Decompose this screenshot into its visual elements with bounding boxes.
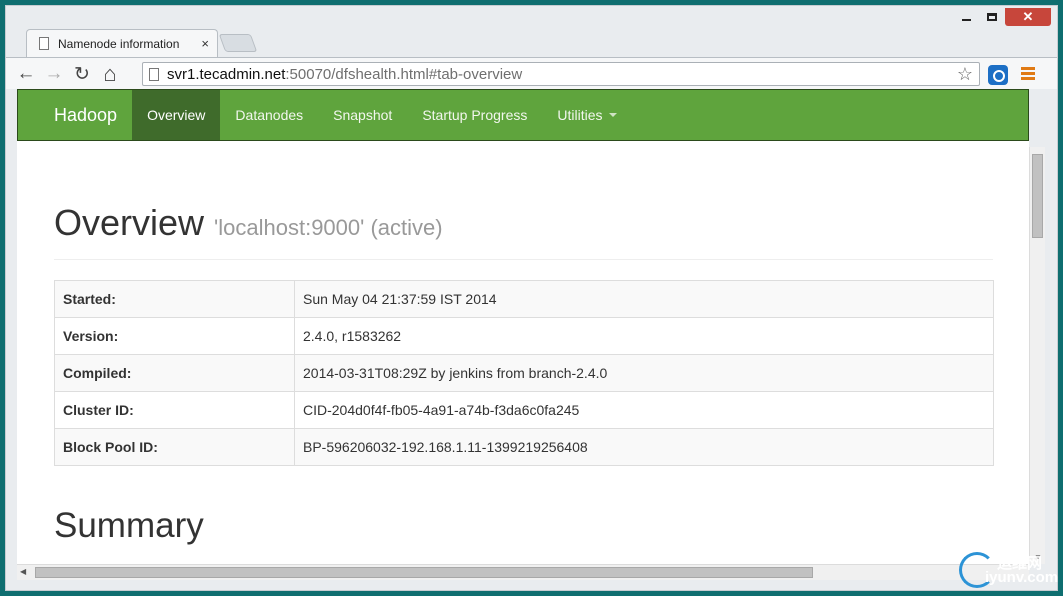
page-title: Overview 'localhost:9000' (active): [54, 202, 443, 244]
table-row: Version: 2.4.0, r1583262: [54, 317, 994, 355]
minimize-button[interactable]: [953, 8, 979, 26]
nav-utilities-label: Utilities: [557, 107, 603, 123]
nav-datanodes[interactable]: Datanodes: [220, 90, 318, 140]
back-icon[interactable]: ←: [14, 62, 38, 86]
browser-toolbar: ← → ↻ ⌂ svr1.tecadmin.net:50070/dfshealt…: [6, 57, 1057, 89]
menu-icon[interactable]: [1021, 67, 1035, 82]
url-host: svr1.tecadmin.net: [167, 65, 286, 83]
maximize-button[interactable]: [979, 8, 1005, 26]
scroll-left-icon[interactable]: ◀: [20, 567, 26, 576]
brand[interactable]: Hadoop: [54, 105, 117, 126]
overview-title: Overview: [54, 202, 205, 243]
address-bar[interactable]: svr1.tecadmin.net:50070/dfshealth.html#t…: [142, 62, 980, 86]
page-viewport: Hadoop Overview Datanodes Snapshot Start…: [17, 89, 1029, 564]
row-label: Cluster ID:: [54, 391, 295, 429]
minimize-icon: [961, 19, 971, 21]
watermark-logo: 运维网 iyunv.com: [955, 548, 1059, 592]
watermark-en: iyunv.com: [985, 569, 1059, 586]
maximize-icon: [987, 13, 997, 21]
vertical-scrollbar[interactable]: ▼: [1029, 147, 1045, 564]
row-value: BP-596206032-192.168.1.11-1399219256408: [294, 428, 994, 466]
url-path: :50070/dfshealth.html#tab-overview: [285, 65, 523, 83]
tab-title: Namenode information: [58, 36, 180, 51]
hadoop-navbar: Hadoop Overview Datanodes Snapshot Start…: [17, 89, 1029, 141]
divider: [54, 259, 993, 260]
nav-utilities[interactable]: Utilities: [542, 90, 631, 140]
window-controls: ✕: [953, 8, 1051, 28]
row-label: Compiled:: [54, 354, 295, 392]
scroll-thumb[interactable]: [1032, 154, 1043, 238]
table-row: Started: Sun May 04 21:37:59 IST 2014: [54, 280, 994, 318]
nav-startup-progress[interactable]: Startup Progress: [407, 90, 542, 140]
reload-icon[interactable]: ↻: [70, 62, 94, 86]
table-row: Cluster ID: CID-204d0f4f-fb05-4a91-a74b-…: [54, 391, 994, 429]
page-icon: [39, 37, 49, 50]
overview-subtitle: 'localhost:9000' (active): [214, 215, 443, 240]
row-label: Block Pool ID:: [54, 428, 295, 466]
home-icon[interactable]: ⌂: [98, 61, 122, 86]
browser-tab[interactable]: Namenode information ×: [26, 29, 218, 57]
caret-down-icon: [608, 113, 617, 117]
row-value: Sun May 04 21:37:59 IST 2014: [294, 280, 994, 318]
horizontal-scrollbar[interactable]: ◀: [17, 564, 1029, 580]
row-value: 2014-03-31T08:29Z by jenkins from branch…: [294, 354, 994, 392]
tab-close-icon[interactable]: ×: [201, 36, 209, 51]
row-label: Started:: [54, 280, 295, 318]
extension-icon[interactable]: [988, 65, 1008, 85]
nav-snapshot[interactable]: Snapshot: [318, 90, 407, 140]
row-value: CID-204d0f4f-fb05-4a91-a74b-f3da6c0fa245: [294, 391, 994, 429]
summary-title: Summary: [54, 506, 204, 545]
close-window-button[interactable]: ✕: [1005, 8, 1051, 26]
bookmark-star-icon[interactable]: ☆: [957, 63, 973, 85]
forward-icon[interactable]: →: [42, 62, 66, 86]
table-row: Compiled: 2014-03-31T08:29Z by jenkins f…: [54, 354, 994, 392]
browser-window: ✕ Namenode information × ← → ↻ ⌂ svr1.te…: [5, 5, 1058, 591]
row-value: 2.4.0, r1583262: [294, 317, 994, 355]
scroll-thumb[interactable]: [35, 567, 813, 578]
new-tab-button[interactable]: [218, 34, 258, 52]
overview-table: Started: Sun May 04 21:37:59 IST 2014 Ve…: [54, 280, 994, 466]
nav-overview[interactable]: Overview: [132, 90, 221, 140]
row-label: Version:: [54, 317, 295, 355]
table-row: Block Pool ID: BP-596206032-192.168.1.11…: [54, 428, 994, 466]
page-icon: [149, 67, 159, 81]
